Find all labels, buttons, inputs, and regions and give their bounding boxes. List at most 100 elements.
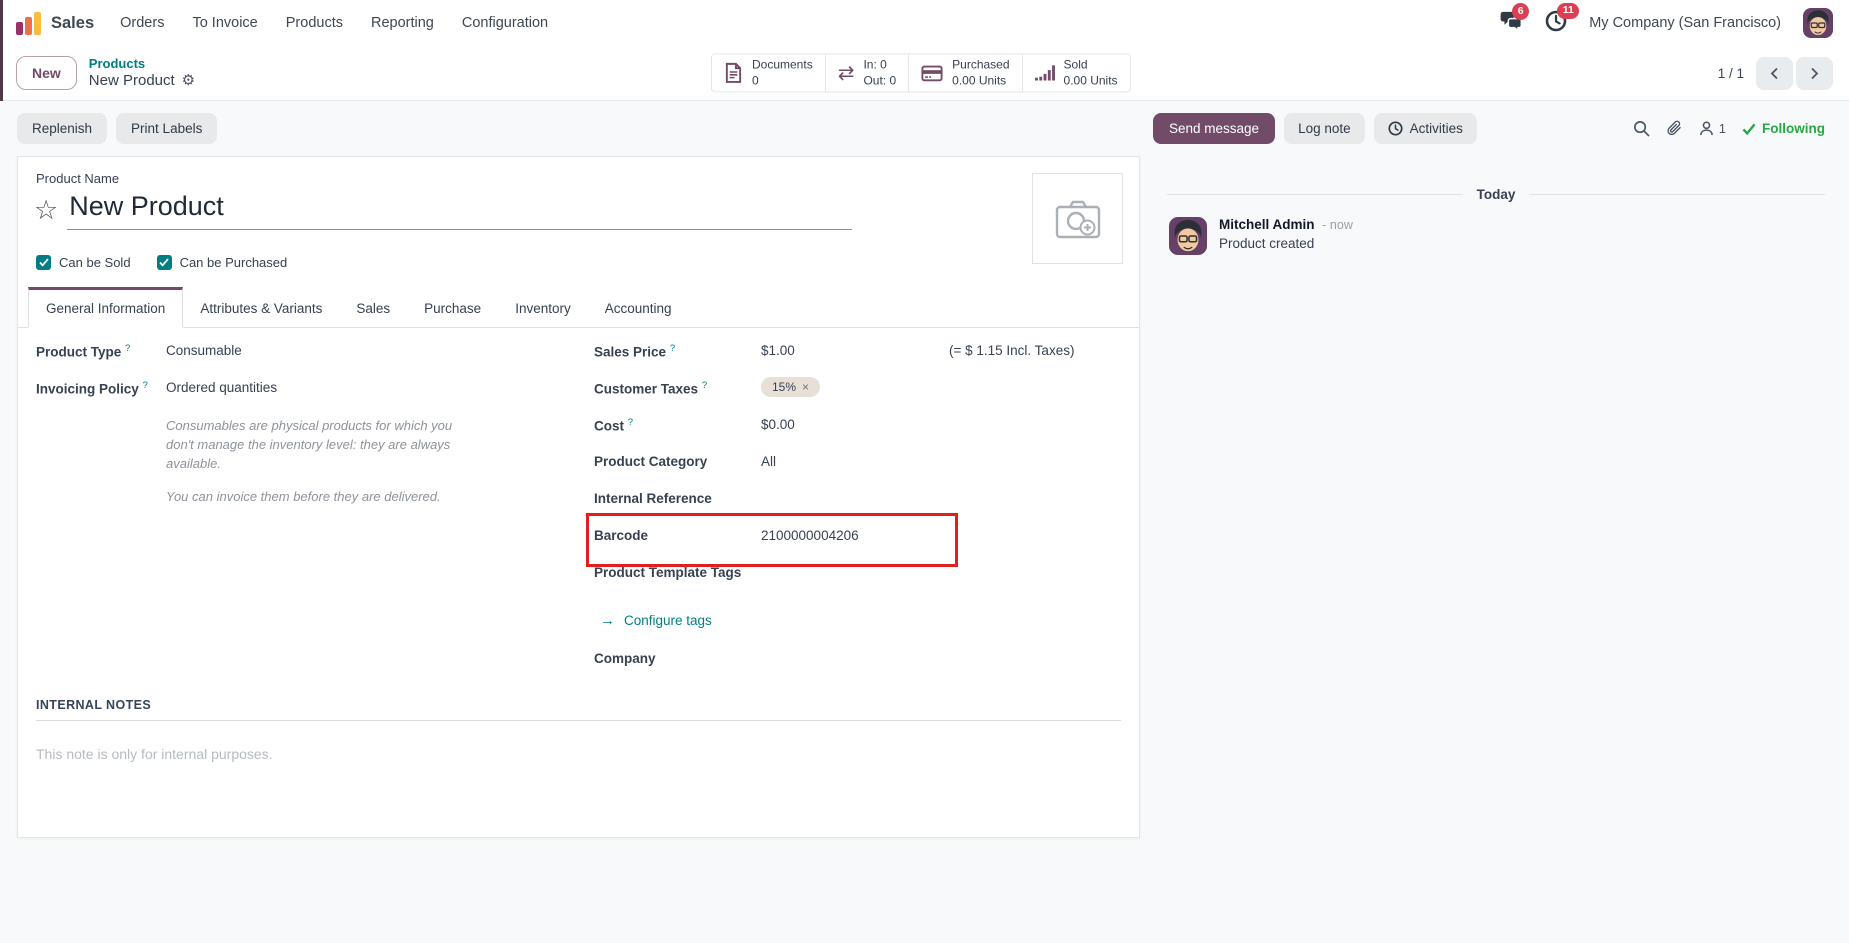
help-icon[interactable]: ? (125, 343, 130, 354)
customer-taxes-label: Customer Taxes (594, 382, 698, 397)
stat-button-documents[interactable]: Documents0 (711, 53, 826, 92)
stat-sold-label: Sold (1064, 57, 1118, 73)
stat-button-sold[interactable]: Sold0.00 Units (1022, 53, 1131, 92)
can-be-purchased-label: Can be Purchased (180, 255, 288, 270)
internal-notes-title: INTERNAL NOTES (36, 698, 151, 712)
print-labels-button[interactable]: Print Labels (116, 113, 217, 144)
stat-documents-label: Documents (752, 57, 813, 73)
date-divider: Today (1167, 187, 1825, 202)
followers-count: 1 (1719, 121, 1726, 136)
control-panel: New Products New Product ⚙ Documents0 ⇄ … (0, 46, 1849, 101)
product-form-sheet: Product Name ☆ New Product Can be Sold C… (17, 156, 1140, 838)
stat-purchased-value: 0.00 Units (952, 73, 1009, 89)
search-messages-button[interactable] (1633, 120, 1650, 137)
message-author[interactable]: Mitchell Admin (1219, 217, 1315, 232)
gear-icon[interactable]: ⚙ (182, 72, 195, 90)
person-icon (1698, 120, 1715, 137)
product-name-input[interactable]: New Product (67, 191, 852, 230)
sales-price-field: Sales Price ? $1.00 (= $ 1.15 Incl. Taxe… (594, 343, 1134, 364)
company-switcher[interactable]: My Company (San Francisco) (1589, 15, 1781, 31)
replenish-button[interactable]: Replenish (17, 113, 107, 144)
pager-value: 1 / 1 (1718, 66, 1744, 81)
stat-documents-value: 0 (752, 73, 813, 89)
chatter-message: Mitchell Admin - now Product created (1169, 217, 1353, 255)
odoo-sales-app-icon[interactable] (16, 12, 41, 35)
user-avatar[interactable] (1803, 8, 1833, 38)
checkbox-checked-icon (157, 255, 172, 270)
product-template-tags-label: Product Template Tags (594, 565, 761, 580)
product-category-label: Product Category (594, 454, 761, 469)
cost-label: Cost (594, 419, 624, 434)
sales-price-input[interactable]: $1.00 (761, 343, 949, 358)
app-name[interactable]: Sales (51, 14, 94, 33)
date-divider-label: Today (1477, 187, 1516, 202)
tax-tag-label: 15% (772, 380, 796, 394)
consumable-note-1: Consumables are physical products for wh… (166, 417, 478, 474)
menu-reporting[interactable]: Reporting (371, 15, 434, 31)
breadcrumb-current: New Product (89, 72, 175, 90)
product-type-value[interactable]: Consumable (166, 343, 242, 358)
activities-button[interactable]: Activities (1374, 113, 1477, 144)
arrow-right-icon: → (600, 612, 615, 629)
can-be-sold-checkbox[interactable]: Can be Sold (36, 255, 131, 270)
barcode-label: Barcode (594, 528, 761, 543)
tab-inventory[interactable]: Inventory (498, 290, 588, 327)
pager-previous-button[interactable] (1756, 57, 1793, 90)
stat-button-in-out[interactable]: ⇄ In: 0Out: 0 (825, 53, 909, 92)
author-avatar[interactable] (1169, 217, 1207, 255)
top-navbar: Sales Orders To Invoice Products Reporti… (0, 0, 1849, 46)
can-be-purchased-checkbox[interactable]: Can be Purchased (157, 255, 288, 270)
internal-reference-field: Internal Reference (594, 491, 1134, 512)
followers-button[interactable]: 1 (1698, 120, 1726, 137)
send-message-button[interactable]: Send message (1153, 113, 1275, 144)
activities-menu-button[interactable]: 11 (1545, 10, 1567, 37)
tab-attributes-variants[interactable]: Attributes & Variants (183, 290, 339, 327)
menu-orders[interactable]: Orders (120, 15, 164, 31)
tab-accounting[interactable]: Accounting (588, 290, 689, 327)
menu-products[interactable]: Products (286, 15, 343, 31)
breadcrumb-products-link[interactable]: Products (89, 56, 195, 72)
internal-notes-divider (36, 720, 1121, 721)
configure-tags-link[interactable]: → Configure tags (600, 612, 1134, 629)
help-icon[interactable]: ? (628, 417, 633, 428)
cost-input[interactable]: $0.00 (761, 417, 795, 432)
pager-next-button[interactable] (1796, 57, 1833, 90)
favorite-star-icon[interactable]: ☆ (34, 197, 58, 224)
breadcrumb: Products New Product ⚙ (89, 56, 195, 90)
product-type-label: Product Type (36, 345, 121, 360)
help-icon[interactable]: ? (670, 343, 675, 354)
messages-menu-button[interactable]: 6 (1500, 10, 1523, 36)
tab-purchase[interactable]: Purchase (407, 290, 498, 327)
consumable-note-2: You can invoice them before they are del… (166, 488, 478, 507)
following-button[interactable]: Following (1742, 121, 1825, 136)
menu-configuration[interactable]: Configuration (462, 15, 548, 31)
tab-sales[interactable]: Sales (339, 290, 407, 327)
activities-label: Activities (1410, 121, 1463, 136)
activities-badge: 11 (1557, 3, 1579, 20)
new-button[interactable]: New (16, 56, 77, 90)
sales-price-label: Sales Price (594, 345, 666, 360)
chevron-left-icon (1769, 67, 1780, 80)
invoicing-policy-value[interactable]: Ordered quantities (166, 380, 277, 395)
chatter-panel: Send message Log note Activities 1 (1153, 101, 1849, 943)
help-icon[interactable]: ? (702, 380, 707, 391)
tax-tag[interactable]: 15% × (761, 377, 820, 397)
paperclip-icon (1666, 120, 1682, 137)
internal-notes-input[interactable]: This note is only for internal purposes. (36, 746, 273, 762)
can-be-sold-label: Can be Sold (59, 255, 131, 270)
stat-button-purchased[interactable]: Purchased0.00 Units (908, 53, 1022, 92)
help-icon[interactable]: ? (143, 380, 148, 391)
camera-plus-icon (1054, 198, 1102, 240)
tab-general-information[interactable]: General Information (28, 287, 183, 328)
product-image-upload[interactable] (1032, 173, 1123, 264)
log-note-button[interactable]: Log note (1284, 113, 1365, 144)
barcode-input[interactable]: 2100000004206 (761, 528, 859, 543)
barcode-field: Barcode 2100000004206 (594, 528, 1134, 549)
attach-files-button[interactable] (1666, 120, 1682, 137)
form-area: Replenish Print Labels Product Name ☆ Ne… (0, 101, 1153, 943)
product-category-value[interactable]: All (761, 454, 776, 469)
menu-to-invoice[interactable]: To Invoice (192, 15, 257, 31)
product-type-field: Product Type ? Consumable (36, 343, 588, 364)
tax-remove-icon[interactable]: × (802, 380, 809, 394)
stat-in-value: In: 0 (863, 57, 896, 73)
